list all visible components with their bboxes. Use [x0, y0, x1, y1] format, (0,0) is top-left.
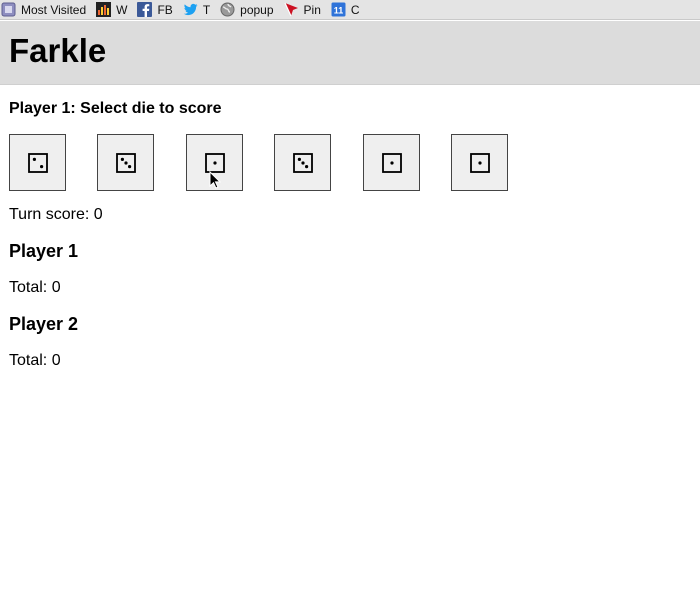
die-button-2[interactable] [97, 134, 154, 191]
die-face-1-icon [381, 152, 402, 173]
bookmark-label: FB [157, 2, 173, 17]
die-face-1-icon [204, 152, 225, 173]
page-header: Farkle [0, 21, 700, 85]
die-pip [120, 157, 124, 161]
twitter-icon [183, 2, 198, 17]
bookmarks-toolbar: Most Visited W FB T popup Pin 11 C [0, 0, 700, 20]
turn-prompt: Player 1: Select die to score [9, 100, 222, 117]
die-face-3-icon [115, 152, 136, 173]
calendar-icon: 11 [331, 2, 346, 17]
bookmark-label: Pin [303, 2, 321, 17]
page-title: Farkle [9, 32, 107, 69]
die-pip [212, 160, 217, 165]
bookmark-label: Most Visited [21, 2, 87, 17]
die-pip [304, 164, 308, 168]
die-pip [32, 157, 36, 161]
facebook-icon [137, 2, 153, 17]
dice-row [9, 134, 529, 191]
turn-score: Turn score: 0 [9, 206, 103, 223]
die-pip [127, 164, 131, 168]
player-2-heading: Player 2 [9, 314, 79, 334]
die-pip [477, 160, 482, 165]
die-pip [297, 157, 301, 161]
bookmark-w[interactable]: W [96, 0, 127, 20]
die-pip [300, 160, 305, 165]
die-button-1[interactable] [9, 134, 66, 191]
bookmark-pin[interactable]: Pin [283, 0, 321, 20]
die-face-2-icon [27, 152, 48, 173]
most-visited-icon [1, 2, 16, 17]
die-button-5[interactable] [363, 134, 420, 191]
bookmark-c[interactable]: 11 C [331, 0, 360, 20]
w-site-icon [96, 2, 112, 17]
bookmark-label: W [116, 2, 128, 17]
bookmark-fb[interactable]: FB [137, 0, 173, 20]
die-face-border [27, 152, 48, 173]
calendar-icon-text: 11 [334, 6, 344, 16]
die-pip [389, 160, 394, 165]
player-1-heading: Player 1 [9, 241, 79, 261]
die-face-3-icon [292, 152, 313, 173]
pin-icon [283, 2, 299, 17]
bookmark-most-visited[interactable]: Most Visited [1, 0, 86, 20]
mouse-cursor-icon [209, 170, 222, 194]
bookmark-label: T [202, 2, 211, 17]
die-button-4[interactable] [274, 134, 331, 191]
die-button-6[interactable] [451, 134, 508, 191]
die-pip [123, 160, 128, 165]
die-pip [39, 164, 43, 168]
bookmark-popup[interactable]: popup [220, 0, 274, 20]
player-2-total: Total: 0 [9, 352, 61, 369]
player-1-total: Total: 0 [9, 279, 61, 296]
bookmark-label: popup [240, 2, 274, 17]
bookmark-t[interactable]: T [183, 0, 210, 20]
bookmark-label: C [350, 2, 360, 17]
globe-icon [220, 2, 235, 17]
die-face-1-icon [469, 152, 490, 173]
